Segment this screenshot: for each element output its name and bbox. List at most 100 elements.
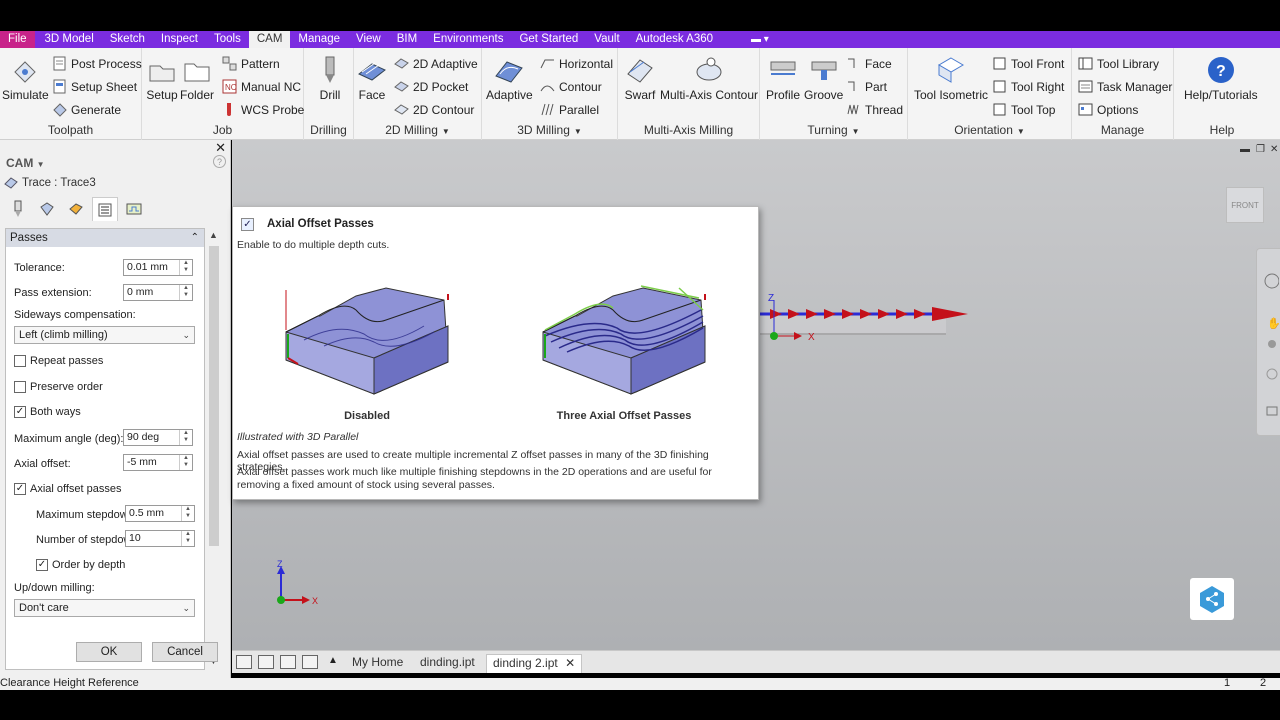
horizontal-button[interactable]: Horizontal xyxy=(540,56,613,71)
simulate-button[interactable]: Simulate xyxy=(2,54,49,102)
menu-environments[interactable]: Environments xyxy=(425,31,511,48)
setup-sheet-button[interactable]: Setup Sheet xyxy=(52,79,137,94)
tool-right-button[interactable]: Tool Right xyxy=(992,79,1064,94)
repeat-passes-checkbox[interactable] xyxy=(14,355,26,367)
tab-passes[interactable] xyxy=(92,197,118,221)
cascade-icon[interactable] xyxy=(236,655,252,669)
doctab-my-home[interactable]: My Home xyxy=(346,654,409,673)
scroll-up-icon[interactable]: ▲ xyxy=(209,230,218,240)
tool-front-button[interactable]: Tool Front xyxy=(992,56,1064,71)
sideways-compensation-select[interactable]: Left (climb milling) ⌄ xyxy=(14,326,195,344)
axial-offset-input[interactable]: -5 mm ▲ ▼ xyxy=(123,454,193,471)
pass-extension-input[interactable]: 0 mm ▲ ▼ xyxy=(123,284,193,301)
tile-icon[interactable] xyxy=(258,655,274,669)
face-2d-button[interactable]: Face xyxy=(356,54,388,102)
group-orientation-label[interactable]: Orientation ▼ xyxy=(908,123,1071,137)
thread-button[interactable]: Thread xyxy=(846,102,903,117)
spinner-icon[interactable]: ▲ ▼ xyxy=(181,531,194,546)
close-icon[interactable]: ✕ xyxy=(1270,144,1278,155)
profile-button[interactable]: Profile xyxy=(766,54,800,102)
spinner-icon[interactable]: ▲ ▼ xyxy=(179,260,192,275)
menu-view[interactable]: View xyxy=(348,31,389,48)
task-manager-button[interactable]: Task Manager xyxy=(1078,79,1172,94)
spinner-icon[interactable]: ▲ ▼ xyxy=(179,285,192,300)
menu-sketch[interactable]: Sketch xyxy=(102,31,153,48)
spinner-icon[interactable]: ▲ ▼ xyxy=(179,430,192,445)
preserve-order-checkbox[interactable] xyxy=(14,381,26,393)
groove-button[interactable]: Groove xyxy=(804,54,843,102)
minimize-icon[interactable]: ▬ xyxy=(1240,144,1250,155)
drill-button[interactable]: Drill xyxy=(314,54,346,102)
tab-tool[interactable] xyxy=(5,197,31,221)
doctab-dinding-2[interactable]: dinding 2.ipt ✕ xyxy=(486,654,583,673)
panel-header[interactable]: CAM ▼ xyxy=(6,156,45,170)
menu-get-started[interactable]: Get Started xyxy=(511,31,586,48)
swarf-button[interactable]: Swarf xyxy=(624,54,656,102)
help-icon[interactable]: ? xyxy=(213,155,226,168)
viewcube[interactable]: FRONT xyxy=(1226,187,1264,223)
scrollbar-thumb[interactable] xyxy=(209,246,219,546)
tile-horizontal-icon[interactable] xyxy=(280,655,296,669)
tab-linking[interactable] xyxy=(121,197,147,221)
order-by-depth-checkbox[interactable]: ✓ xyxy=(36,559,48,571)
post-process-button[interactable]: Post Process xyxy=(52,56,142,71)
ok-button[interactable]: OK xyxy=(76,642,142,662)
close-tab-icon[interactable]: ✕ xyxy=(565,656,575,670)
restore-icon[interactable]: ❐ xyxy=(1256,144,1265,155)
2d-contour-button[interactable]: 2D Contour xyxy=(394,102,474,117)
group-3d-milling-label[interactable]: 3D Milling ▼ xyxy=(482,123,617,137)
part-button[interactable]: Part xyxy=(846,79,887,94)
options-button[interactable]: Options xyxy=(1078,102,1138,117)
2d-pocket-button[interactable]: 2D Pocket xyxy=(394,79,468,94)
contour-3d-button[interactable]: Contour xyxy=(540,79,602,94)
tab-heights[interactable] xyxy=(63,197,89,221)
parallel-button[interactable]: Parallel xyxy=(540,102,599,117)
multi-axis-contour-button[interactable]: Multi-Axis Contour xyxy=(660,54,758,102)
close-icon[interactable]: ✕ xyxy=(215,140,226,156)
ribbon-display-toggle-icon[interactable]: ▬ ▾ xyxy=(751,34,769,45)
menu-3d-model[interactable]: 3D Model xyxy=(35,31,102,48)
navigation-bar[interactable]: ✋ xyxy=(1256,248,1280,436)
help-tutorials-button[interactable]: ? Help/Tutorials xyxy=(1184,54,1258,102)
collapse-icon[interactable]: ⌃ xyxy=(191,229,199,247)
generate-button[interactable]: Generate xyxy=(52,102,121,117)
group-turning-label[interactable]: Turning ▼ xyxy=(760,123,907,137)
menu-manage[interactable]: Manage xyxy=(290,31,348,48)
folder-button[interactable]: Folder xyxy=(180,54,214,102)
manual-nc-button[interactable]: NC Manual NC xyxy=(222,79,301,94)
menu-tools[interactable]: Tools xyxy=(206,31,249,48)
tab-geometry[interactable] xyxy=(34,197,60,221)
setup-button[interactable]: Setup xyxy=(146,54,178,102)
share-button[interactable] xyxy=(1190,578,1234,620)
menu-bim[interactable]: BIM xyxy=(389,31,425,48)
pattern-button[interactable]: Pattern xyxy=(222,56,280,71)
maximum-stepdown-input[interactable]: 0.5 mm ▲ ▼ xyxy=(125,505,195,522)
menu-cam[interactable]: CAM xyxy=(248,31,291,48)
group-2d-milling-label[interactable]: 2D Milling ▼ xyxy=(354,123,481,137)
number-of-stepdowns-input[interactable]: 10 ▲ ▼ xyxy=(125,530,195,547)
menu-inspect[interactable]: Inspect xyxy=(153,31,206,48)
menu-file[interactable]: File xyxy=(0,31,35,48)
menu-autodesk-a360[interactable]: Autodesk A360 xyxy=(628,31,721,48)
tool-isometric-button[interactable]: Tool Isometric xyxy=(914,54,988,102)
caret-up-icon[interactable]: ▲ xyxy=(328,655,338,669)
both-ways-checkbox[interactable]: ✓ xyxy=(14,406,26,418)
panel-scrollbar[interactable]: ▲ ▼ xyxy=(207,228,221,670)
menu-vault[interactable]: Vault xyxy=(586,31,627,48)
tool-library-button[interactable]: Tool Library xyxy=(1078,56,1159,71)
updown-milling-select[interactable]: Don't care ⌄ xyxy=(14,599,195,617)
turning-face-button[interactable]: Face xyxy=(846,56,892,71)
spinner-icon[interactable]: ▲ ▼ xyxy=(179,455,192,470)
spinner-icon[interactable]: ▲ ▼ xyxy=(181,506,194,521)
axial-offset-passes-checkbox[interactable]: ✓ xyxy=(14,483,26,495)
doctab-dinding[interactable]: dinding.ipt xyxy=(414,654,481,673)
2d-adaptive-button[interactable]: 2D Adaptive xyxy=(394,56,478,71)
adaptive-button[interactable]: Adaptive xyxy=(486,54,533,102)
tool-top-button[interactable]: Tool Top xyxy=(992,102,1055,117)
wcs-probe-button[interactable]: WCS Probe xyxy=(222,102,304,117)
maximum-angle-input[interactable]: 90 deg ▲ ▼ xyxy=(123,429,193,446)
cancel-button[interactable]: Cancel xyxy=(152,642,218,662)
tolerance-input[interactable]: 0.01 mm ▲ ▼ xyxy=(123,259,193,276)
tile-vertical-icon[interactable] xyxy=(302,655,318,669)
passes-section-header[interactable]: Passes ⌃ xyxy=(6,229,204,247)
